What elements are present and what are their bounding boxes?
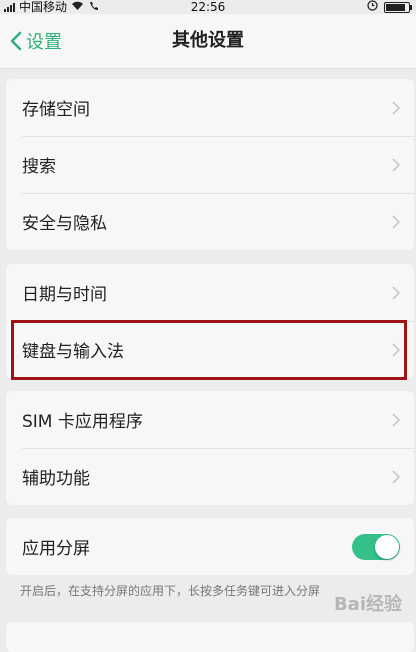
chevron-right-icon xyxy=(392,285,400,300)
row-accessibility-label: 辅助功能 xyxy=(22,469,90,489)
watermark: Bai经验 xyxy=(333,594,402,615)
row-security-label: 安全与隐私 xyxy=(22,214,107,234)
highlight-box xyxy=(11,320,407,380)
chevron-right-icon xyxy=(392,214,400,229)
battery-icon xyxy=(384,1,412,13)
settings-group-sim: SIM 卡应用程序 辅助功能 xyxy=(6,391,414,505)
row-storage-label: 存储空间 xyxy=(22,100,90,120)
row-search[interactable]: 搜索 xyxy=(6,136,414,193)
row-split-label: 应用分屏 xyxy=(22,539,90,559)
chevron-right-icon xyxy=(392,100,400,115)
split-screen-toggle[interactable] xyxy=(352,533,400,560)
chevron-right-icon xyxy=(392,469,400,484)
row-security-privacy[interactable]: 安全与隐私 xyxy=(6,193,414,250)
row-sim-apps[interactable]: SIM 卡应用程序 xyxy=(6,391,414,448)
row-split-screen[interactable]: 应用分屏 xyxy=(6,518,414,575)
chevron-right-icon xyxy=(392,412,400,427)
battery-fill xyxy=(386,3,405,11)
alarm-icon xyxy=(367,0,378,14)
row-sim-label: SIM 卡应用程序 xyxy=(22,412,143,432)
row-date-time[interactable]: 日期与时间 xyxy=(6,264,414,321)
next-group-partial xyxy=(6,622,414,652)
chevron-right-icon xyxy=(392,157,400,172)
row-storage[interactable]: 存储空间 xyxy=(6,79,414,136)
settings-group-storage: 存储空间 搜索 安全与隐私 xyxy=(6,79,414,250)
row-date-time-label: 日期与时间 xyxy=(22,285,107,305)
row-accessibility[interactable]: 辅助功能 xyxy=(6,448,414,505)
row-search-label: 搜索 xyxy=(22,157,56,177)
status-time: 22:56 xyxy=(190,0,226,14)
toggle-knob xyxy=(375,534,399,559)
page-title: 其他设置 xyxy=(172,30,244,51)
settings-group-split: 应用分屏 xyxy=(6,518,414,575)
status-bar: 中国移动 22:56 xyxy=(0,0,416,14)
status-right xyxy=(367,0,412,14)
nav-bar: 设置 其他设置 xyxy=(0,14,416,69)
